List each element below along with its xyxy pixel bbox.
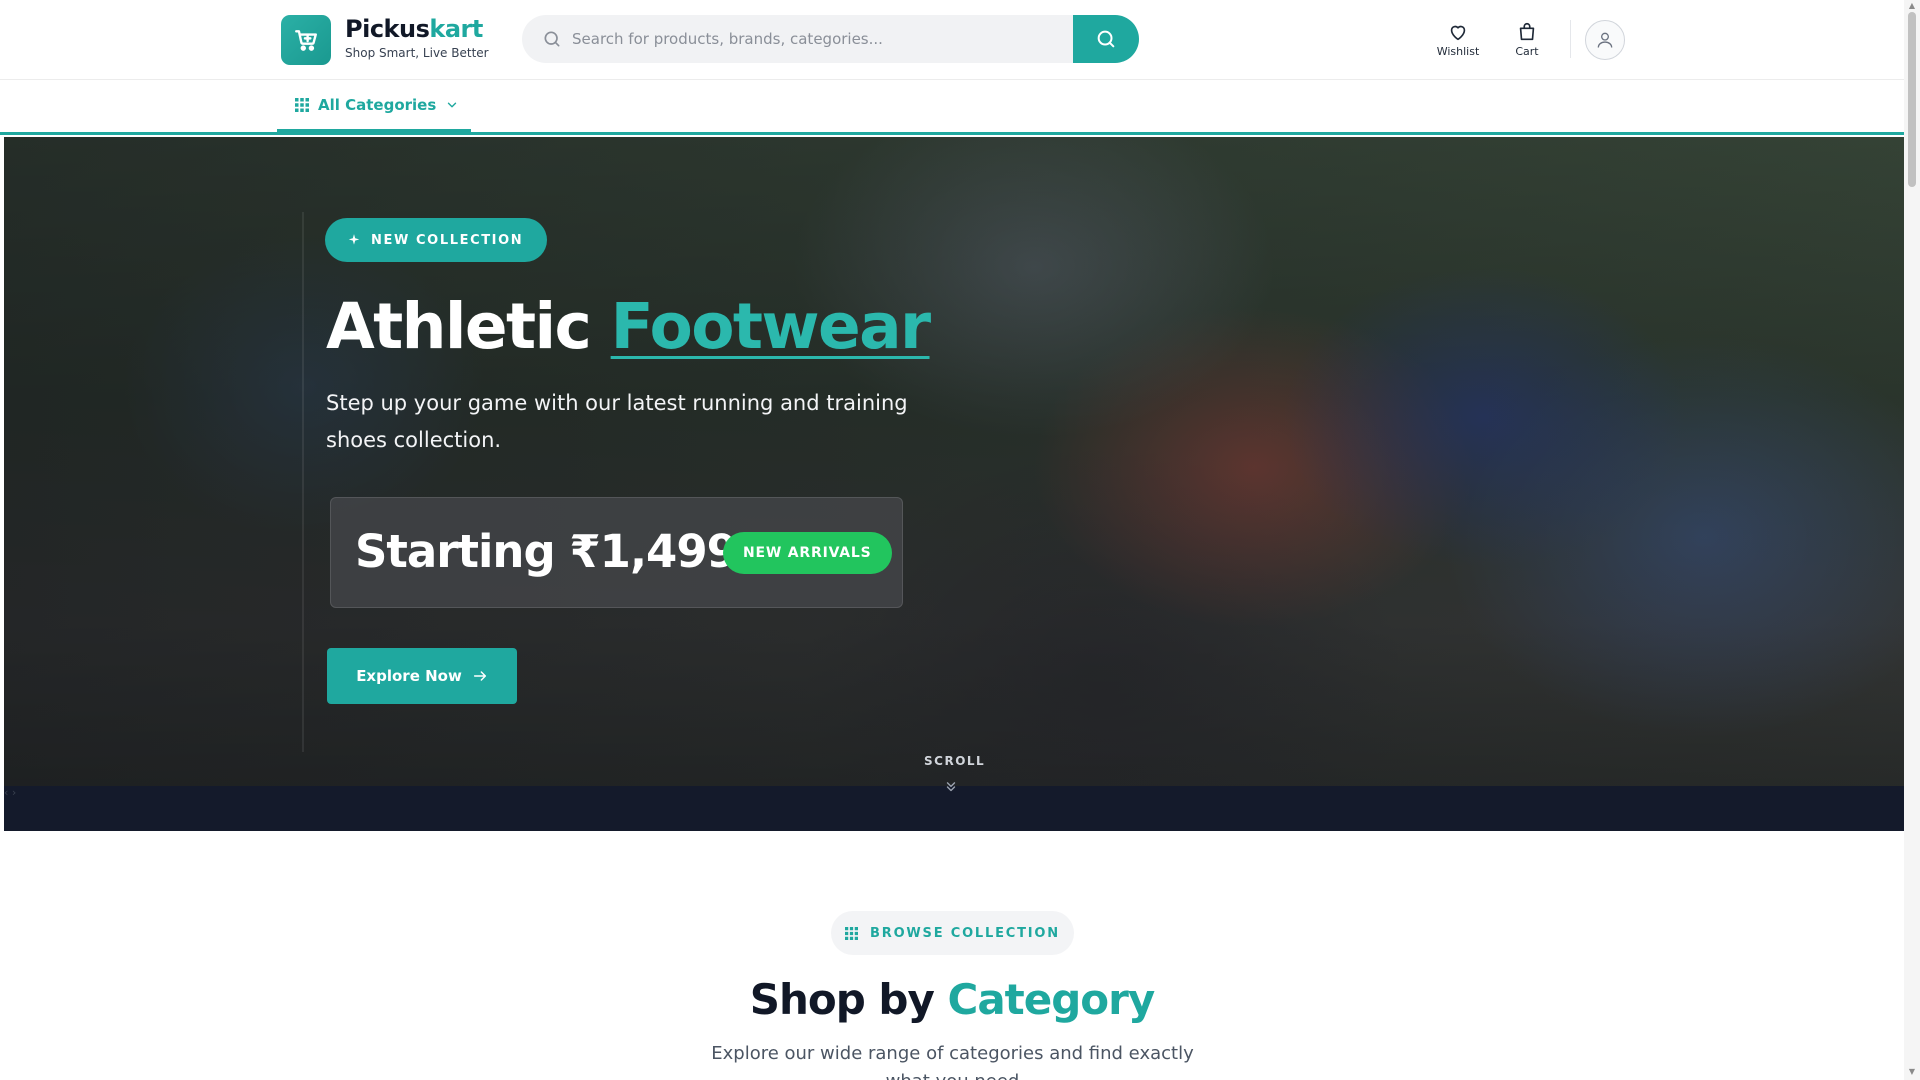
brand-name-accent: kart bbox=[429, 15, 483, 43]
cart-button[interactable]: Cart bbox=[1497, 21, 1557, 58]
hero-subtitle: Step up your game with our latest runnin… bbox=[326, 391, 908, 452]
new-collection-badge: NEW COLLECTION bbox=[325, 218, 548, 262]
shopping-bag-icon bbox=[1519, 22, 1535, 41]
shopping-cart-icon bbox=[295, 30, 317, 51]
section-title-accent: Category bbox=[947, 975, 1156, 1024]
logo[interactable] bbox=[281, 15, 331, 65]
hero-accent-line bbox=[302, 212, 304, 752]
site-header: Pickuskart Shop Smart, Live Better Wishl… bbox=[0, 0, 1904, 80]
explore-now-button[interactable]: Explore Now bbox=[327, 648, 517, 704]
sparkle-icon bbox=[348, 234, 360, 245]
hero-title-accent: Footwear bbox=[610, 290, 931, 363]
scroll-up-arrow[interactable]: ▲ bbox=[1907, 2, 1917, 10]
account-button[interactable] bbox=[1585, 20, 1625, 60]
grid-icon bbox=[295, 97, 309, 112]
brand-name-main: Pickus bbox=[345, 15, 430, 43]
section-title: Shop by Category bbox=[0, 970, 1904, 1030]
brand[interactable]: Pickuskart Shop Smart, Live Better bbox=[345, 14, 489, 61]
section-subtitle: Explore our wide range of categories and… bbox=[711, 1043, 1194, 1080]
new-collection-label: NEW COLLECTION bbox=[371, 232, 524, 248]
starting-price: Starting ₹1,499 bbox=[355, 525, 738, 578]
grid-icon bbox=[845, 926, 859, 940]
section-title-main: Shop by bbox=[749, 975, 948, 1024]
user-icon bbox=[1597, 32, 1613, 48]
category-nav: All Categories bbox=[0, 80, 1904, 135]
price-card: Starting ₹1,499 NEW ARRIVALS bbox=[330, 497, 903, 608]
scroll-down-arrow[interactable]: ▼ bbox=[1907, 1068, 1917, 1076]
hero-banner: NEW COLLECTION Athletic Footwear Step up… bbox=[4, 137, 1904, 786]
wishlist-button[interactable]: Wishlist bbox=[1428, 21, 1488, 58]
all-categories-button[interactable]: All Categories bbox=[277, 80, 471, 132]
chevron-double-down-icon bbox=[946, 782, 956, 792]
search-button[interactable] bbox=[1073, 15, 1139, 63]
search-icon bbox=[544, 31, 560, 47]
scrollbar-thumb[interactable] bbox=[1908, 12, 1916, 187]
scroll-indicator[interactable]: SCROLL bbox=[924, 754, 984, 768]
heart-icon bbox=[1450, 25, 1466, 41]
search-bar bbox=[522, 15, 1139, 63]
cart-label: Cart bbox=[1515, 45, 1539, 58]
page-scrollbar[interactable]: ▲ ▼ bbox=[1904, 0, 1920, 1080]
header-divider bbox=[1570, 20, 1571, 58]
browse-collection-label: BROWSE COLLECTION bbox=[870, 925, 1060, 941]
brand-tagline: Shop Smart, Live Better bbox=[345, 46, 489, 60]
wishlist-label: Wishlist bbox=[1436, 45, 1480, 58]
chevron-down-icon bbox=[448, 102, 457, 107]
slider-arrows[interactable]: ‹ › bbox=[4, 786, 16, 799]
browse-collection-pill: BROWSE COLLECTION bbox=[831, 911, 1074, 955]
arrow-right-icon bbox=[473, 671, 486, 681]
explore-now-label: Explore Now bbox=[356, 667, 462, 685]
search-icon bbox=[1097, 30, 1115, 48]
search-input[interactable] bbox=[572, 15, 1072, 63]
hero-title-main: Athletic bbox=[326, 290, 611, 363]
hero-title: Athletic Footwear bbox=[326, 287, 931, 367]
brand-name: Pickuskart bbox=[345, 14, 489, 44]
hero-overlay bbox=[4, 137, 1904, 786]
new-arrivals-badge: NEW ARRIVALS bbox=[723, 532, 892, 574]
all-categories-label: All Categories bbox=[318, 95, 437, 114]
